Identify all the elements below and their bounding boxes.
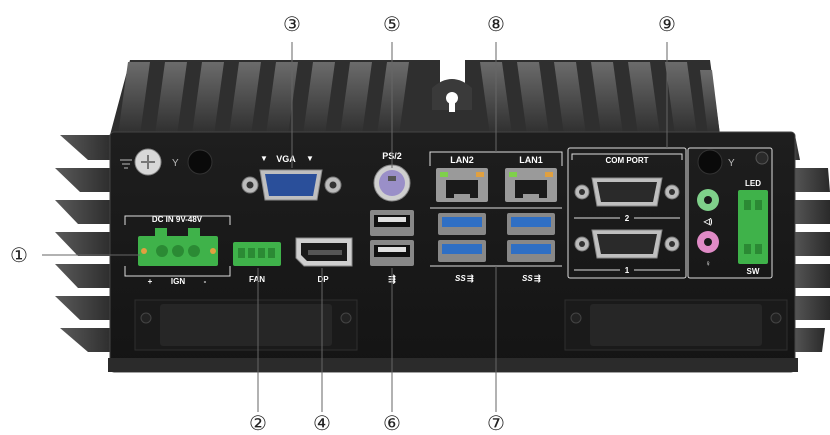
left-side-fins xyxy=(55,135,115,352)
svg-text:Y: Y xyxy=(728,158,735,169)
io-panel-diagram: Y ▼ VGA ▼ PS/2 DC IN 9V-48V + IGN - FAN … xyxy=(42,42,830,412)
lan2-label: LAN2 xyxy=(450,155,474,165)
dc-minus-label: - xyxy=(204,277,207,286)
speaker-icon: ◁) xyxy=(703,217,713,226)
bottom-skirt xyxy=(108,358,798,372)
callout-3: ③ xyxy=(283,12,301,36)
vga-label: VGA xyxy=(276,154,296,164)
callout-1: ① xyxy=(10,243,28,267)
callout-8: ⑧ xyxy=(487,12,505,36)
usb3-icon-a: ⇶ xyxy=(467,274,474,283)
callout-5: ⑤ xyxy=(383,12,401,36)
com-port-label: COM PORT xyxy=(605,156,648,165)
svg-text:Y: Y xyxy=(172,158,179,169)
sw-label: SW xyxy=(747,267,760,276)
fan-label: FAN xyxy=(249,275,265,284)
corner-screw xyxy=(755,151,769,165)
svg-text:▼: ▼ xyxy=(306,154,314,163)
callout-7: ⑦ xyxy=(487,411,505,435)
antenna-hole-left xyxy=(187,149,213,175)
expansion-plate-left xyxy=(134,299,358,351)
callout-9: ⑨ xyxy=(658,12,676,36)
dc-plus-label: + xyxy=(148,277,153,286)
mic-icon: ♀ xyxy=(705,259,711,268)
antenna-hole-right xyxy=(697,149,723,175)
dp-label: DP xyxy=(317,275,329,284)
led-label: LED xyxy=(745,179,761,188)
expansion-plate-right xyxy=(564,299,788,351)
lan1-label: LAN1 xyxy=(519,155,543,165)
usb3-icon-b: ⇶ xyxy=(534,274,541,283)
com1-label: 1 xyxy=(625,266,630,275)
dc-ign-label: IGN xyxy=(171,277,185,286)
usb3-ss-label-a: SS xyxy=(455,274,466,283)
top-heatsink-fins xyxy=(110,60,720,135)
svg-text:▼: ▼ xyxy=(260,154,268,163)
callout-6: ⑥ xyxy=(383,411,401,435)
callout-4: ④ xyxy=(313,411,331,435)
callout-2: ② xyxy=(249,411,267,435)
com2-label: 2 xyxy=(625,214,630,223)
usb3-ss-label-b: SS xyxy=(522,274,533,283)
right-side-fins xyxy=(790,135,830,352)
led-sw-terminal[interactable]: LED SW xyxy=(738,179,768,276)
